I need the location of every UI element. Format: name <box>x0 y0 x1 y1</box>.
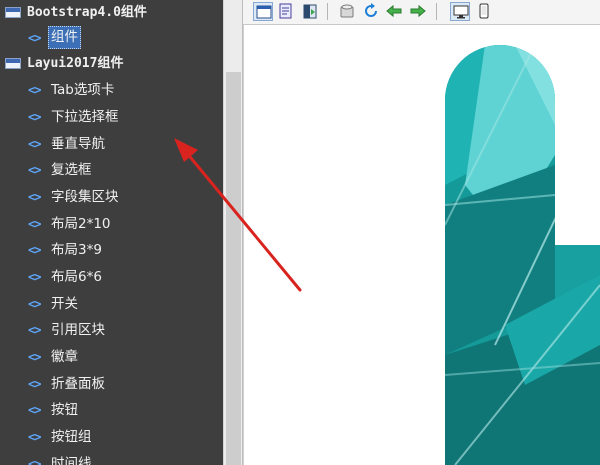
tree-item-label: 开关 <box>51 296 78 312</box>
forward-button[interactable] <box>408 2 428 21</box>
tree-item-label: 引用区块 <box>51 322 105 338</box>
split-view-icon <box>303 4 317 19</box>
code-icon: <> <box>28 83 41 97</box>
mobile-preview-button[interactable] <box>474 2 494 21</box>
html-file-icon <box>5 7 21 18</box>
tree-item-component[interactable]: <> 组件 <box>0 25 223 51</box>
mobile-preview-icon <box>479 3 489 19</box>
tree-item-button[interactable]: <> 按钮 <box>0 397 223 423</box>
tree-item-layout-2x10[interactable]: <> 布局2*10 <box>0 211 223 237</box>
code-icon: <> <box>28 110 41 124</box>
toolbar-separator <box>436 3 437 20</box>
tree-item-select[interactable]: <> 下拉选择框 <box>0 104 223 130</box>
design-view-icon <box>256 5 272 19</box>
forward-icon <box>410 4 426 18</box>
clear-icon <box>340 4 354 18</box>
tree-item-layout-6x6[interactable]: <> 布局6*6 <box>0 264 223 290</box>
code-icon: <> <box>28 323 41 337</box>
split-view-button[interactable] <box>300 2 320 21</box>
tree-item-label: 按钮 <box>51 402 78 418</box>
tree-item-label: 布局3*9 <box>51 242 102 258</box>
tree-item-label: Tab选项卡 <box>51 82 115 98</box>
tree-item-button-group[interactable]: <> 按钮组 <box>0 424 223 450</box>
code-icon: <> <box>28 190 41 204</box>
code-icon: <> <box>28 270 41 284</box>
tree-item-label: 复选框 <box>51 162 92 178</box>
code-icon: <> <box>28 457 41 465</box>
tree-category-layui[interactable]: Layui2017组件 <box>0 51 223 77</box>
tree-item-collapse[interactable]: <> 折叠面板 <box>0 371 223 397</box>
code-icon: <> <box>28 403 41 417</box>
tree-item-label: 布局2*10 <box>51 216 111 232</box>
code-icon: <> <box>28 430 41 444</box>
code-icon: <> <box>28 137 41 151</box>
source-view-button[interactable] <box>276 2 296 21</box>
html-file-icon <box>5 58 21 69</box>
code-icon: <> <box>28 297 41 311</box>
refresh-button[interactable] <box>361 2 381 21</box>
code-icon: <> <box>28 163 41 177</box>
code-icon: <> <box>28 350 41 364</box>
tree-item-label: 字段集区块 <box>51 189 119 205</box>
source-view-icon <box>279 3 292 19</box>
code-icon: <> <box>28 243 41 257</box>
code-icon: <> <box>28 217 41 231</box>
design-view-button[interactable] <box>253 2 273 21</box>
scrollbar-thumb[interactable] <box>226 72 241 465</box>
tree-item-label: 组件 <box>48 26 81 49</box>
back-button[interactable] <box>384 2 404 21</box>
code-icon: <> <box>28 377 41 391</box>
clear-button[interactable] <box>337 2 357 21</box>
tree-item-label: 徽章 <box>51 349 78 365</box>
tree-item-label: 按钮组 <box>51 429 92 445</box>
tree-item-blockquote[interactable]: <> 引用区块 <box>0 317 223 343</box>
tree-item-fieldset[interactable]: <> 字段集区块 <box>0 184 223 210</box>
component-tree-panel: Bootstrap4.0组件 <> 组件 Layui2017组件 <> Tab选… <box>0 0 223 465</box>
tree-item-timeline[interactable]: <> 时间线 <box>0 451 223 465</box>
tree-item-label: 时间线 <box>51 456 92 465</box>
tree-item-label: 折叠面板 <box>51 376 105 392</box>
back-icon <box>386 4 402 18</box>
code-icon: <> <box>28 31 41 45</box>
category-label: Bootstrap4.0组件 <box>27 5 147 20</box>
refresh-icon <box>365 3 377 17</box>
tree-scrollbar[interactable] <box>223 0 243 465</box>
category-label: Layui2017组件 <box>27 56 124 71</box>
teal-component-graphic <box>445 45 600 465</box>
tree-item-checkbox[interactable]: <> 复选框 <box>0 157 223 183</box>
tree-item-vertical-nav[interactable]: <> 垂直导航 <box>0 131 223 157</box>
tree-item-badge[interactable]: <> 徽章 <box>0 344 223 370</box>
tree-item-switch[interactable]: <> 开关 <box>0 291 223 317</box>
tree-item-label: 下拉选择框 <box>51 109 119 125</box>
toolbar-separator <box>327 3 328 20</box>
preview-toolbar <box>243 0 600 25</box>
desktop-preview-button[interactable] <box>450 2 470 21</box>
tree-item-label: 垂直导航 <box>51 136 105 152</box>
tree-item-label: 布局6*6 <box>51 269 102 285</box>
tree-item-layout-3x9[interactable]: <> 布局3*9 <box>0 237 223 263</box>
tree-item-tab[interactable]: <> Tab选项卡 <box>0 77 223 103</box>
desktop-preview-icon <box>453 5 469 19</box>
tree-category-bootstrap[interactable]: Bootstrap4.0组件 <box>0 0 223 26</box>
